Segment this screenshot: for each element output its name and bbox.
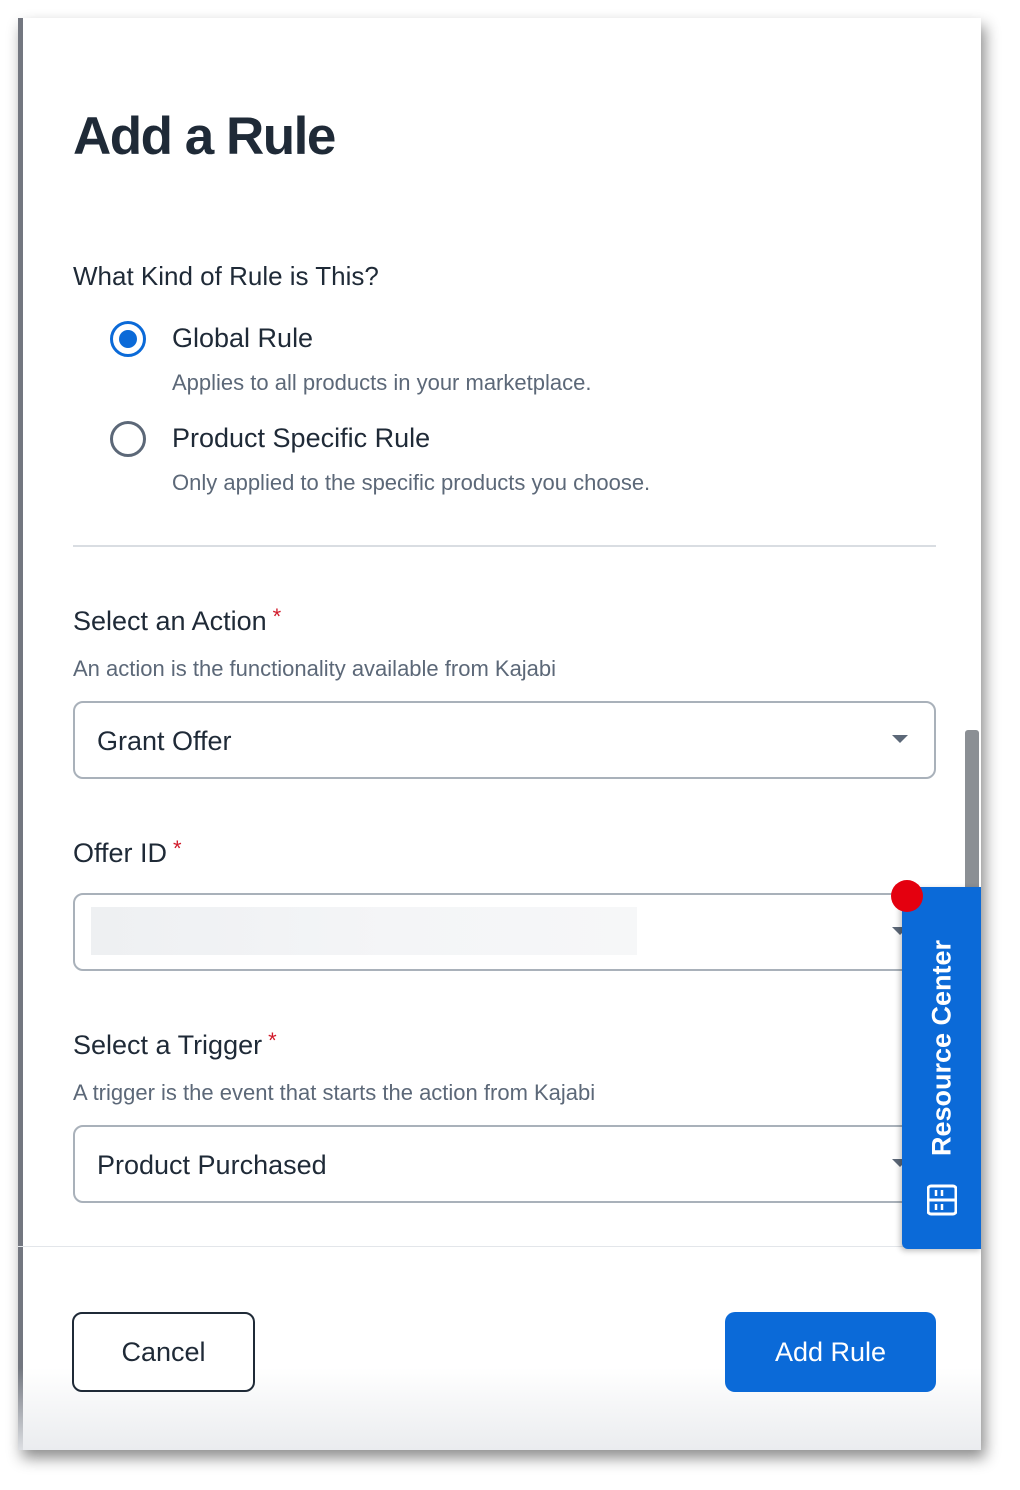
product-specific-rule-label[interactable]: Product Specific Rule: [172, 423, 430, 454]
redacted-offer-value: [91, 907, 637, 955]
global-rule-description: Applies to all products in your marketpl…: [172, 370, 592, 395]
action-select-value: Grant Offer: [97, 726, 232, 756]
required-asterisk: *: [272, 604, 282, 629]
add-rule-dialog: Add a Rule What Kind of Rule is This? Gl…: [18, 18, 981, 1450]
section-divider: [73, 545, 936, 547]
footer-divider: [18, 1246, 981, 1247]
cancel-button[interactable]: Cancel: [72, 1312, 255, 1392]
dialog-title: Add a Rule: [73, 107, 336, 166]
resource-center-tab[interactable]: Resource Center: [902, 887, 981, 1249]
global-rule-radio[interactable]: [110, 321, 146, 357]
action-help-text: An action is the functionality available…: [73, 656, 557, 681]
required-asterisk: *: [268, 1028, 277, 1053]
action-label-text: Select an Action: [73, 606, 267, 636]
product-specific-rule-radio[interactable]: [110, 421, 146, 457]
resource-center-label: Resource Center: [926, 939, 957, 1157]
window-left-border: [18, 18, 23, 1450]
offer-id-field-label: Offer ID *: [73, 836, 182, 869]
add-rule-button[interactable]: Add Rule: [725, 1312, 936, 1392]
trigger-help-text: A trigger is the event that starts the a…: [73, 1080, 596, 1105]
global-rule-label[interactable]: Global Rule: [172, 323, 313, 354]
trigger-field-label: Select a Trigger *: [73, 1028, 277, 1061]
book-icon: [927, 1184, 957, 1216]
action-field-label: Select an Action *: [73, 604, 282, 637]
trigger-select-value: Product Purchased: [97, 1150, 327, 1180]
offer-id-label-text: Offer ID: [73, 838, 168, 868]
offer-id-select[interactable]: [73, 893, 936, 971]
product-specific-rule-description: Only applied to the specific products yo…: [172, 470, 651, 495]
action-select[interactable]: Grant Offer: [73, 701, 936, 779]
chevron-down-icon: [892, 735, 908, 743]
rule-type-question: What Kind of Rule is This?: [73, 261, 379, 291]
required-asterisk: *: [173, 836, 182, 861]
trigger-select[interactable]: Product Purchased: [73, 1125, 936, 1203]
notification-dot: [891, 880, 923, 912]
trigger-label-text: Select a Trigger: [73, 1030, 263, 1060]
scrollbar-thumb[interactable]: [965, 730, 979, 910]
